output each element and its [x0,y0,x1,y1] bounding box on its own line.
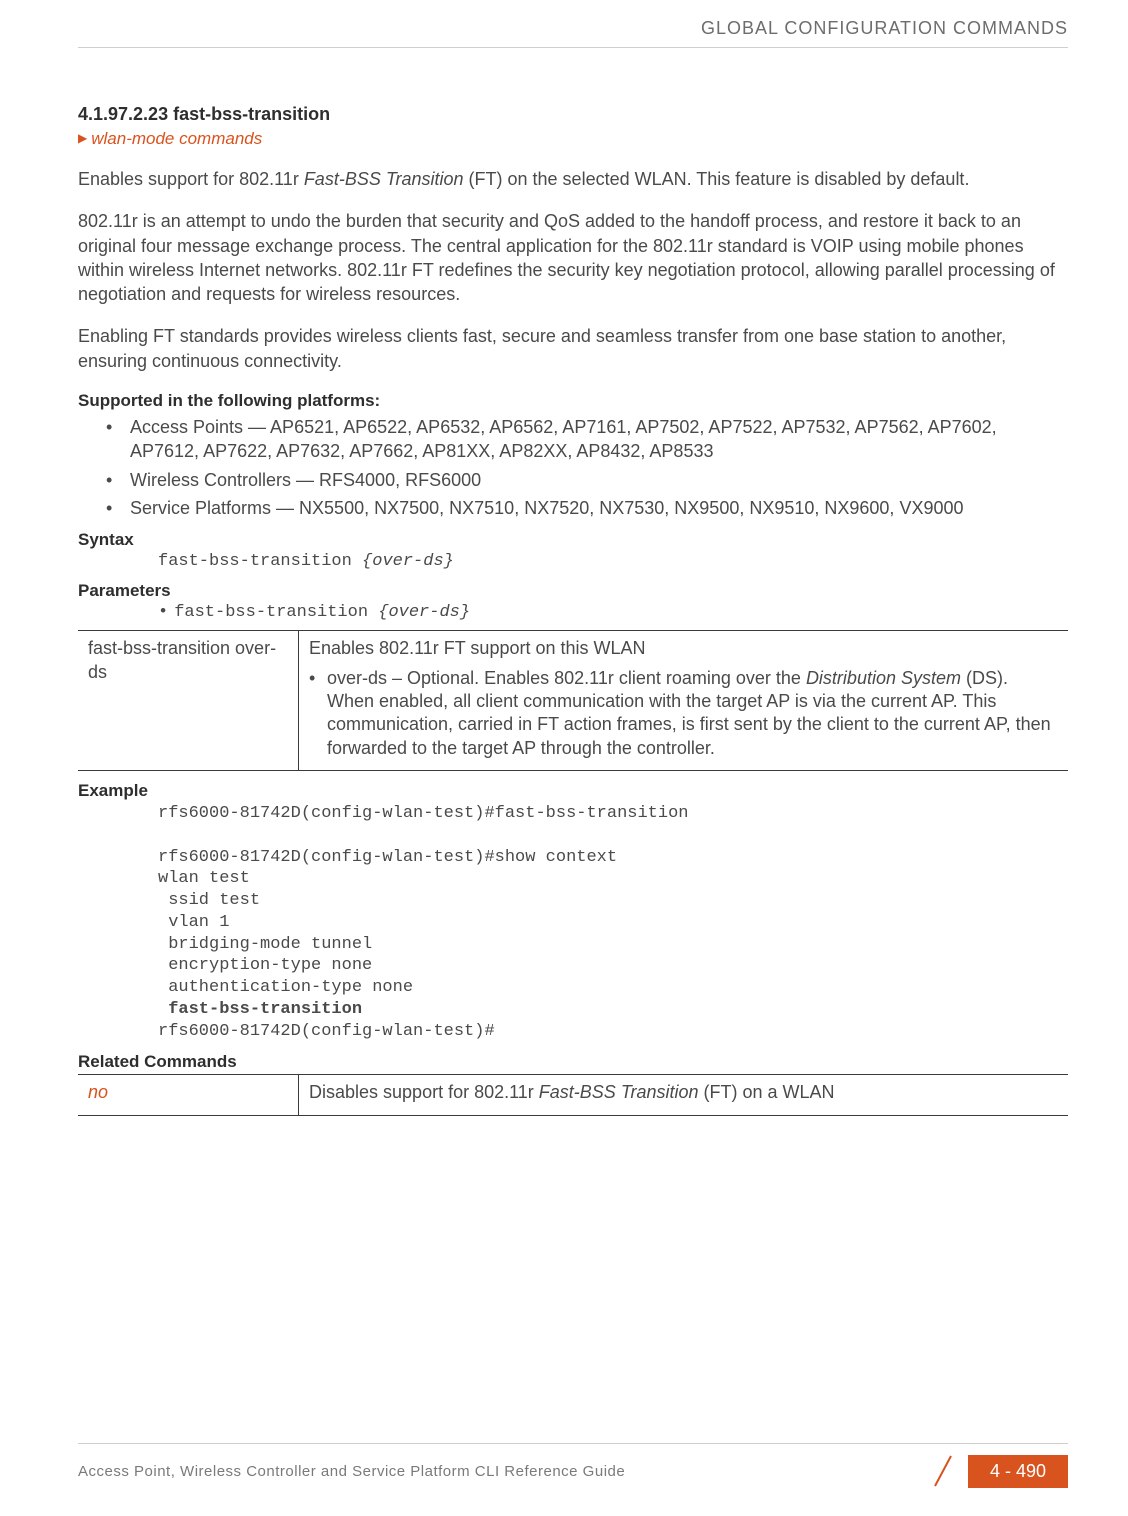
param-name-cell: fast-bss-transition over-ds [78,631,299,771]
page-footer: Access Point, Wireless Controller and Se… [0,1443,1128,1488]
arrow-icon: ▶ [78,131,87,145]
text: Disables support for 802.11r [309,1082,539,1102]
code-bold: fast-bss-transition [158,1000,362,1019]
breadcrumb: ▶ wlan-mode commands [78,129,1068,149]
parameters-heading: Parameters [78,581,1068,601]
table-row: fast-bss-transition over-ds Enables 802.… [78,631,1068,771]
code-text: fast-bss-transition [158,552,362,571]
text: Enables support for 802.11r [78,169,304,189]
example-code: rfs6000-81742D(config-wlan-test)# fast-bs… [158,803,1068,1042]
param-desc-bullet: over-ds – Optional. Enables 802.11r clie… [309,667,1058,761]
intro-paragraph-1: Enables support for 802.11r Fast-BSS Tra… [78,167,1068,191]
example-heading: Example [78,781,1068,801]
syntax-code: fast-bss-transition {over-ds} [158,552,1068,571]
intro-paragraph-2: 802.11r is an attempt to undo the burden… [78,209,1068,306]
text: (FT) on a WLAN [699,1082,835,1102]
code-emphasis: {over-ds} [362,552,454,571]
slash-icon [932,1454,954,1488]
section-heading: 4.1.97.2.23 fast-bss-transition [78,104,1068,125]
related-desc-cell: Disables support for 802.11r Fast-BSS Tr… [299,1075,1069,1115]
param-desc-cell: Enables 802.11r FT support on this WLAN … [299,631,1069,771]
emphasis: Fast-BSS Transition [539,1082,699,1102]
list-item: Access Points — AP6521, AP6522, AP6532, … [106,415,1068,464]
list-item: Wireless Controllers — RFS4000, RFS6000 [106,468,1068,492]
list-item: Service Platforms — NX5500, NX7500, NX75… [106,496,1068,520]
related-cmd-cell: no [78,1075,299,1115]
code-emphasis: {over-ds} [378,603,470,622]
page-number: 4 - 490 [968,1455,1068,1488]
param-desc-main: Enables 802.11r FT support on this WLAN [309,637,1058,660]
text: over-ds – Optional. Enables 802.11r clie… [327,668,806,688]
syntax-heading: Syntax [78,530,1068,550]
code-text: rfs6000-81742D(config-wlan-test)# [158,1022,495,1041]
running-header: GLOBAL CONFIGURATION COMMANDS [78,18,1068,48]
emphasis: Fast-BSS Transition [304,169,464,189]
intro-paragraph-3: Enabling FT standards provides wireless … [78,324,1068,373]
breadcrumb-text: wlan-mode commands [91,129,262,148]
supported-list: Access Points — AP6521, AP6522, AP6532, … [106,415,1068,520]
table-row: no Disables support for 802.11r Fast-BSS… [78,1075,1068,1115]
related-table: no Disables support for 802.11r Fast-BSS… [78,1074,1068,1115]
bullet-icon: • [158,603,168,622]
code-text: fast-bss-transition [174,603,378,622]
parameters-line: • fast-bss-transition {over-ds} [158,603,1068,622]
parameters-table: fast-bss-transition over-ds Enables 802.… [78,630,1068,771]
emphasis: Distribution System [806,668,961,688]
footer-title: Access Point, Wireless Controller and Se… [78,1463,625,1480]
text: (FT) on the selected WLAN. This feature … [464,169,970,189]
related-heading: Related Commands [78,1052,1068,1072]
supported-heading: Supported in the following platforms: [78,391,1068,411]
section-title: fast-bss-transition [173,104,330,124]
code-text: rfs6000-81742D(config-wlan-test)#fast-bs… [158,804,689,997]
section-number: 4.1.97.2.23 [78,104,168,124]
